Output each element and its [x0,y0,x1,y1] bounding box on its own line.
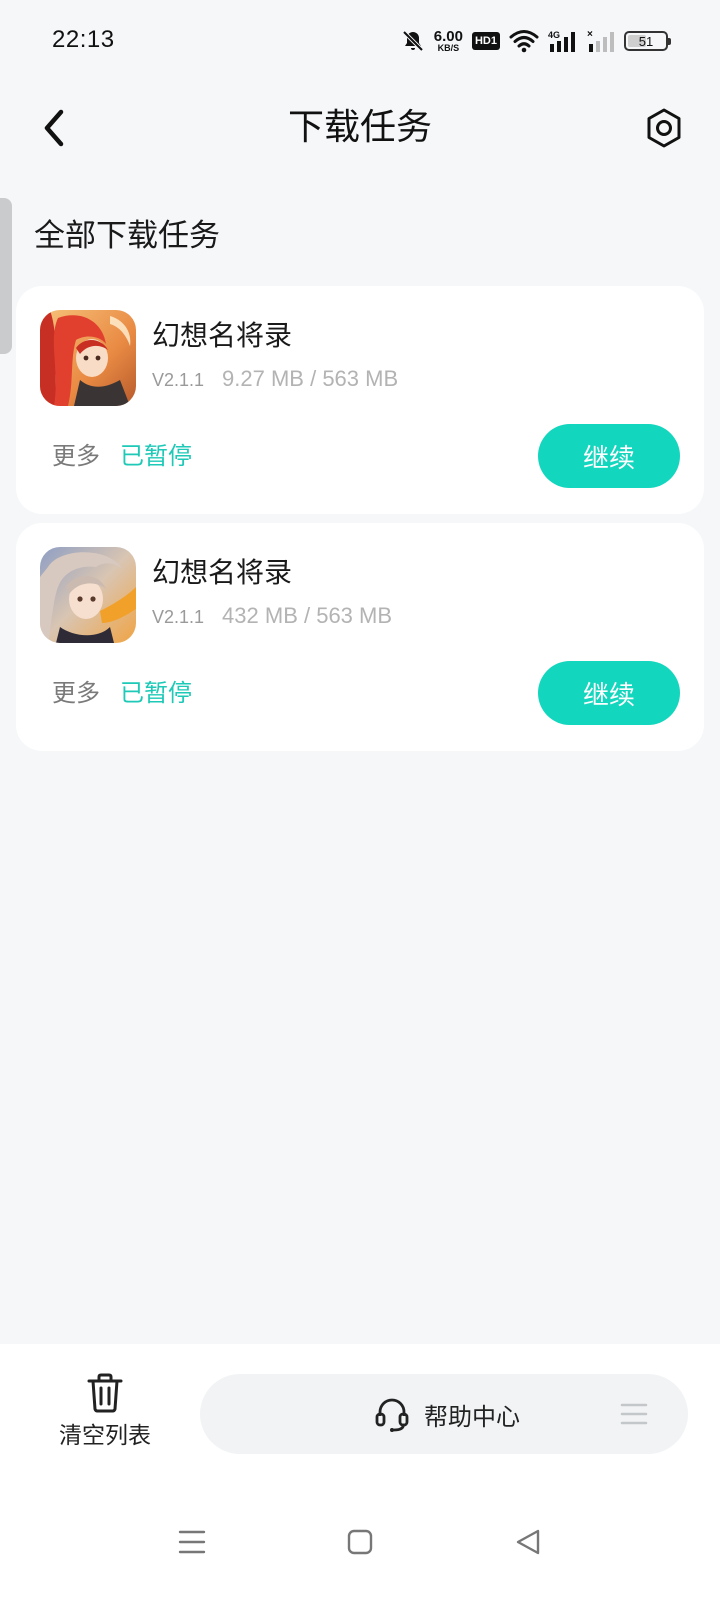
app-icon[interactable] [40,310,136,406]
help-center-label: 帮助中心 [424,1402,520,1431]
app-meta: V2.1.1 9.27 MB / 563 MB [152,366,398,392]
download-status: 已暂停 [120,679,192,707]
signal-empty-icon: × [587,29,615,53]
net-speed-indicator: 6.00 KB/S [434,29,463,53]
settings-button[interactable] [640,104,688,152]
battery-icon: 51 [624,31,671,51]
page-title: 下载任务 [287,107,432,148]
help-center-content: 帮助中心 [374,1374,520,1454]
app-version: V2.1.1 [152,370,205,390]
app-name: 幻想名将录 [152,319,293,352]
scroll-indicator[interactable] [0,198,12,354]
net-speed-value: 6.00 [433,28,463,45]
more-button[interactable]: 更多 [52,438,100,474]
continue-button[interactable]: 继续 [538,661,680,725]
task-card: 幻想名将录 V2.1.1 9.27 MB / 563 MB 更多 已暂停 继续 [16,286,704,514]
clear-list-button[interactable]: 清空列表 [40,1372,170,1464]
hd-badge: HD1 [471,32,500,50]
recent-apps-button[interactable] [178,1528,206,1560]
mute-bell-icon [401,29,425,53]
app-header: 下载任务 [0,84,720,174]
task-card: 幻想名将录 V2.1.1 432 MB / 563 MB 更多 已暂停 继续 [16,523,704,751]
more-button[interactable]: 更多 [52,675,100,711]
status-time: 22:13 [52,26,115,53]
app-meta: V2.1.1 432 MB / 563 MB [152,603,392,629]
svg-text:4G: 4G [548,30,560,40]
status-icons: 6.00 KB/S HD1 4G × 51 [401,26,671,56]
help-center-button[interactable]: 帮助中心 [200,1374,688,1454]
clear-list-label: 清空列表 [59,1423,151,1449]
square-icon [347,1529,373,1555]
download-size: 432 MB / 563 MB [222,603,393,628]
app-version: V2.1.1 [152,607,205,627]
triangle-back-icon [516,1529,540,1555]
headset-icon [375,1398,409,1432]
status-bar: 22:13 6.00 KB/S HD1 4G × 51 [0,0,720,84]
home-button[interactable] [346,1528,374,1560]
app-name: 幻想名将录 [152,556,293,589]
app-icon[interactable] [40,547,136,643]
continue-button[interactable]: 继续 [538,424,680,488]
trash-icon [87,1373,123,1413]
system-navigation-bar [0,1500,720,1600]
section-title: 全部下载任务 [34,218,220,254]
task-list: 幻想名将录 V2.1.1 9.27 MB / 563 MB 更多 已暂停 继续 [16,286,704,760]
hexagon-settings-icon [647,108,681,148]
download-size: 9.27 MB / 563 MB [222,366,399,391]
net-speed-unit: KB/S [437,43,460,53]
download-status: 已暂停 [120,442,192,470]
battery-level: 51 [638,33,654,49]
menu-icon [178,1530,206,1554]
menu-lines-icon [620,1403,648,1425]
wifi-icon [509,29,539,53]
back-nav-button[interactable] [514,1528,542,1560]
svg-text:×: × [587,29,593,40]
signal-icon: 4G [548,29,578,53]
